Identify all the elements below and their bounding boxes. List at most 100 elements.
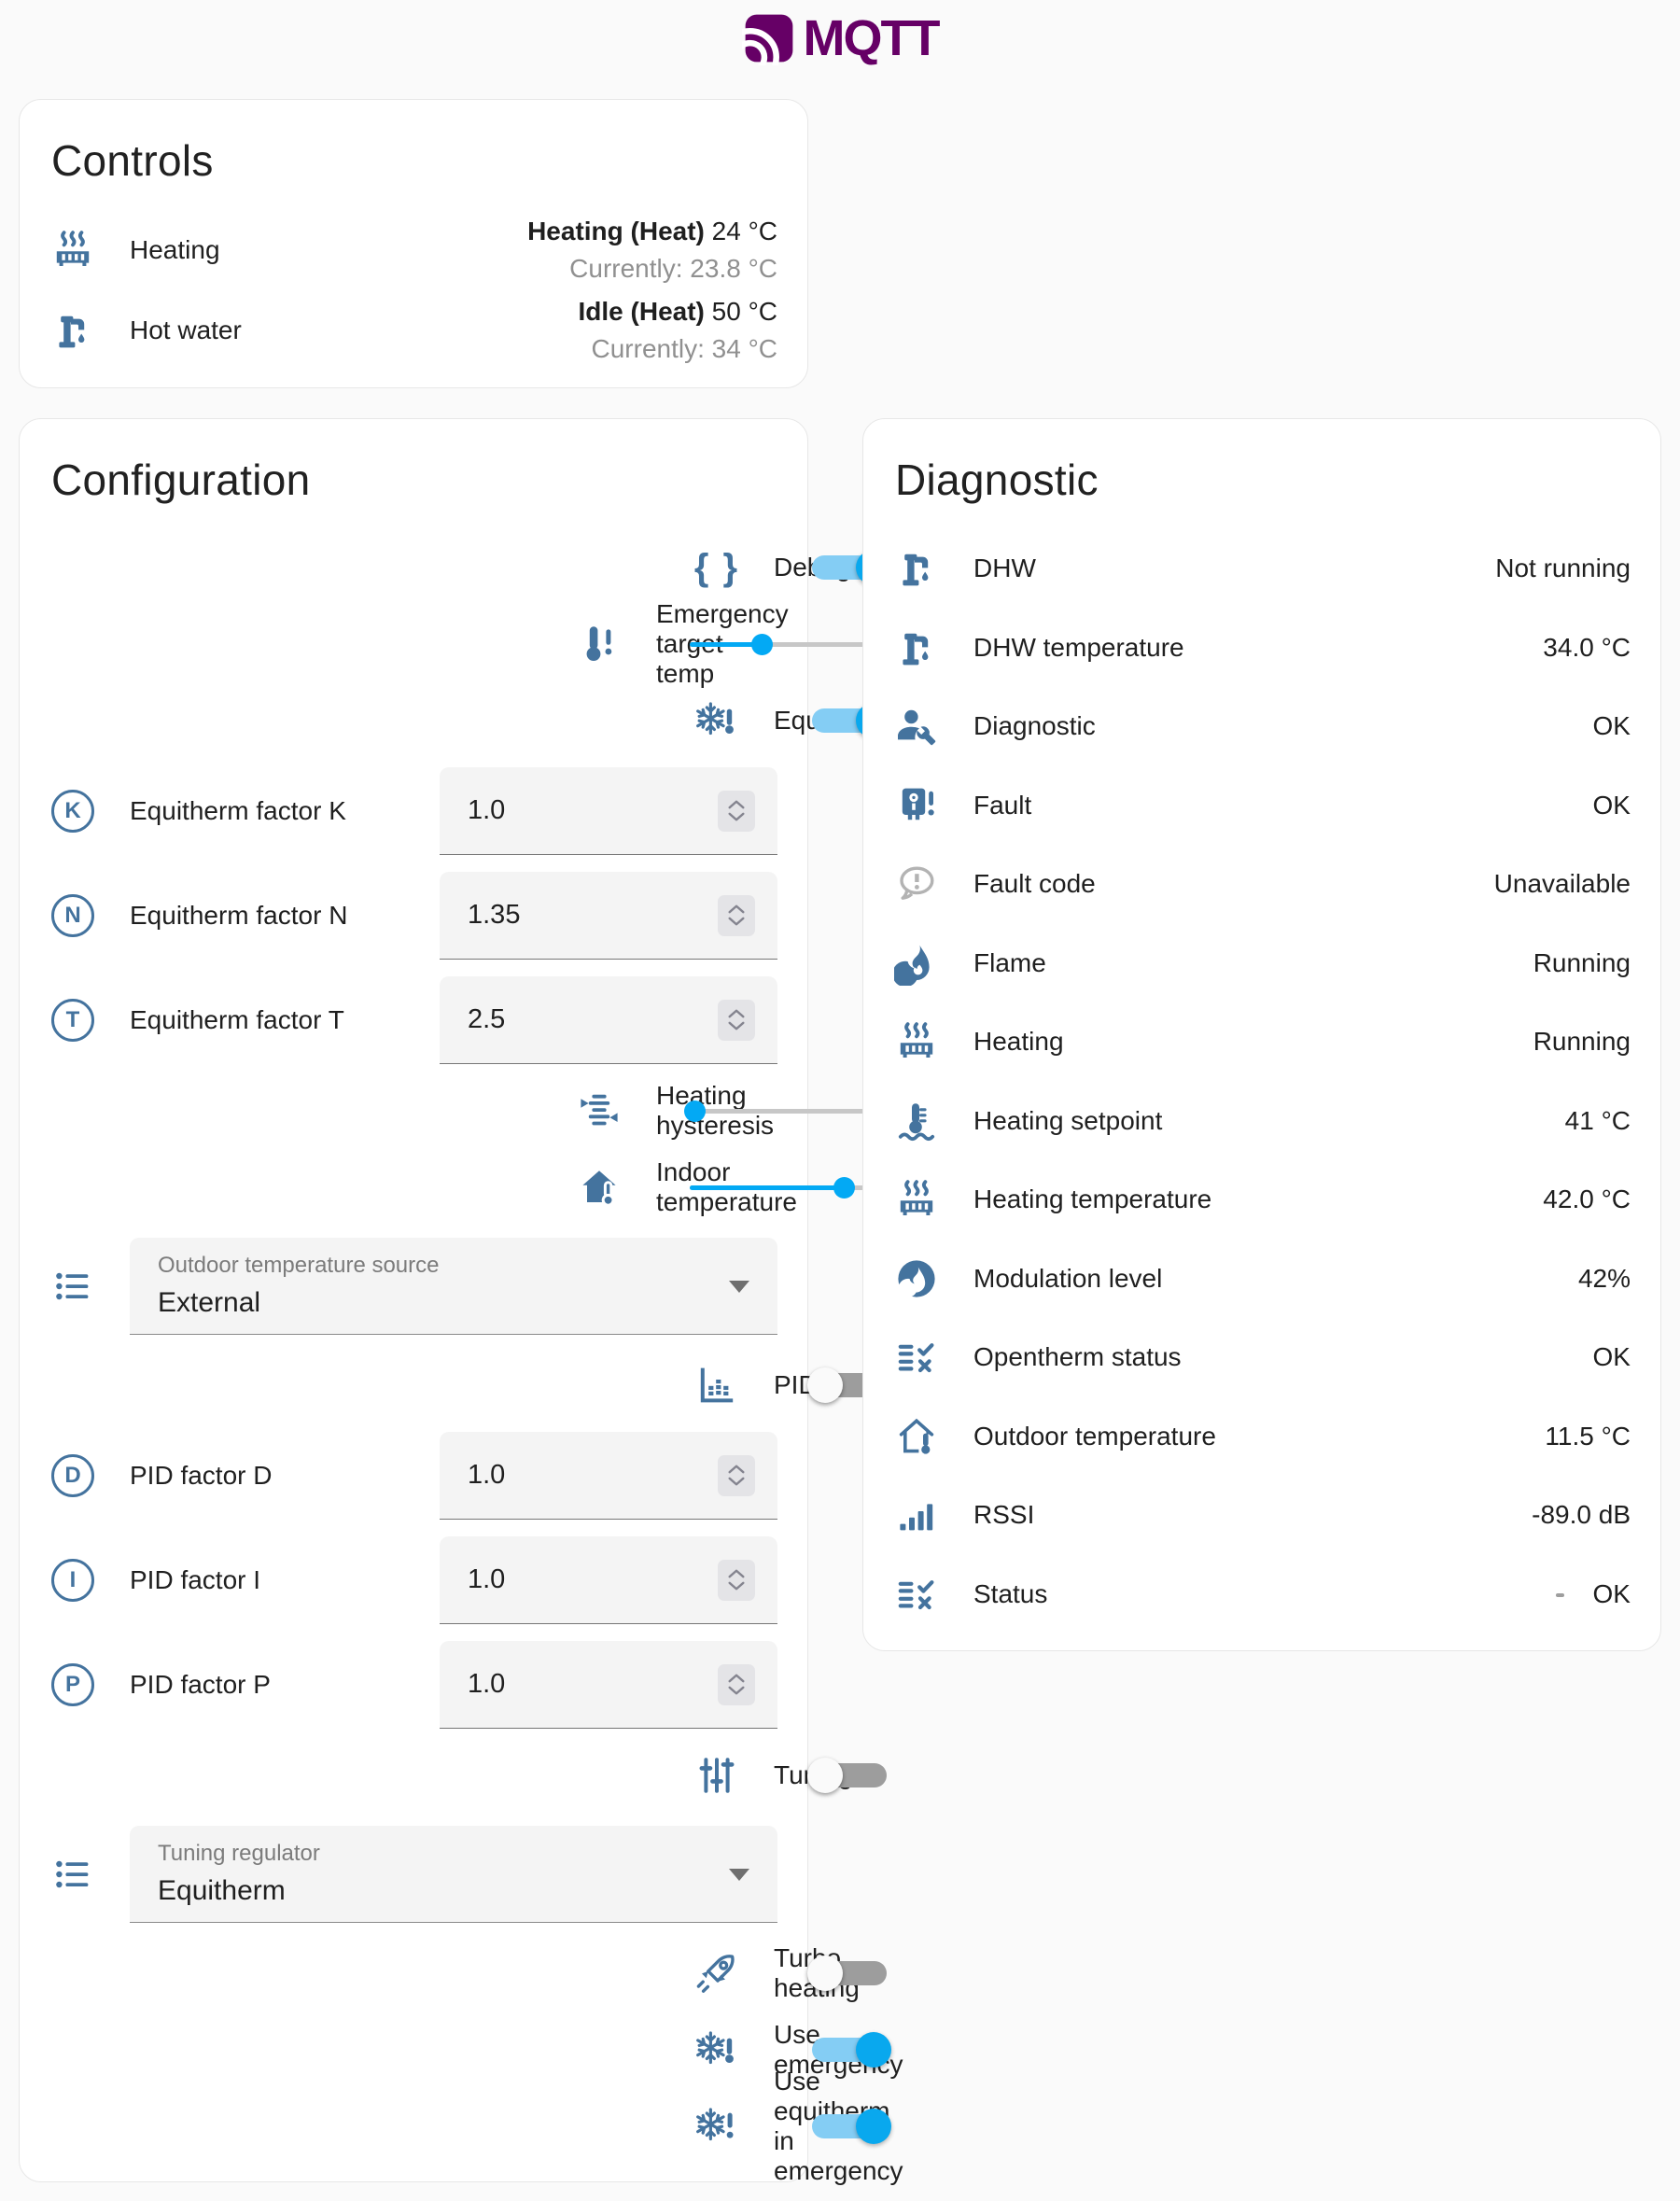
slider-fill — [690, 1185, 845, 1190]
dropdown-arrow-icon — [729, 1869, 749, 1881]
number-input[interactable]: 1.0 — [440, 767, 777, 855]
stepper-up-icon[interactable] — [726, 1463, 747, 1475]
config-row: TEquitherm factor T2.5 — [49, 968, 777, 1072]
number-input[interactable]: 1.35 — [440, 872, 777, 960]
slider[interactable] — [690, 1169, 891, 1206]
entity-label: DHW — [973, 554, 1462, 583]
slider-thumb[interactable] — [751, 634, 773, 655]
main-layout: Controls Heating Heating (Heat) 24 °CCurr… — [0, 99, 1680, 2182]
entity-label: RSSI — [973, 1500, 1498, 1530]
controls-card-title: Controls — [51, 135, 777, 186]
config-row: Equitherm — [693, 682, 777, 759]
number-stepper — [718, 791, 755, 832]
config-row: Outdoor temperature sourceExternal — [49, 1226, 777, 1347]
entity-value: OK — [1593, 1342, 1631, 1372]
signal-icon — [893, 1492, 940, 1538]
stepper-up-icon[interactable] — [726, 903, 747, 915]
list-status-icon — [893, 1571, 940, 1618]
diagnostic-rows: DHWNot runningDHW temperature34.0 °CDiag… — [893, 529, 1631, 1633]
entity-value: OK — [1593, 711, 1631, 741]
diagnostic-row[interactable]: Modulation level42% — [893, 1240, 1631, 1319]
diagnostic-row[interactable]: Opentherm statusOK — [893, 1318, 1631, 1397]
config-row: PID — [693, 1347, 777, 1423]
number-value: 2.5 — [468, 1004, 505, 1035]
number-value: 1.35 — [468, 900, 520, 931]
diagnostic-row[interactable]: DHW temperature34.0 °C — [893, 609, 1631, 688]
diagnostic-row[interactable]: Outdoor temperature11.5 °C — [893, 1397, 1631, 1477]
state-target-temp: 24 °C — [712, 217, 777, 245]
format-list-icon — [49, 1851, 96, 1898]
diagnostic-row[interactable]: DHWNot running — [893, 529, 1631, 609]
toggle-switch[interactable] — [807, 2031, 891, 2068]
number-input[interactable]: 1.0 — [440, 1536, 777, 1624]
number-input[interactable]: 2.5 — [440, 976, 777, 1064]
config-row: PPID factor P1.0 — [49, 1633, 777, 1737]
stepper-up-icon[interactable] — [726, 1672, 747, 1684]
slider[interactable] — [690, 1092, 891, 1129]
state-mode: Heating (Heat) — [527, 217, 705, 245]
controls-row[interactable]: Heating Heating (Heat) 24 °CCurrently: 23… — [49, 210, 777, 290]
stepper-down-icon[interactable] — [726, 1476, 747, 1488]
fire-icon — [893, 940, 940, 987]
alpha-i-circle-icon: I — [49, 1557, 96, 1604]
number-input[interactable]: 1.0 — [440, 1641, 777, 1729]
alpha-d-circle-icon: D — [49, 1452, 96, 1499]
diagnostic-row[interactable]: StatusOK — [893, 1555, 1631, 1634]
diagnostic-row[interactable]: Fault codeUnavailable — [893, 845, 1631, 924]
stepper-up-icon[interactable] — [726, 1007, 747, 1019]
slider[interactable] — [690, 625, 891, 663]
controls-row[interactable]: Hot waterIdle (Heat) 50 °CCurrently: 34 … — [49, 290, 777, 371]
diagnostic-row[interactable]: HeatingRunning — [893, 1002, 1631, 1082]
toggle-switch[interactable] — [807, 2108, 891, 2145]
entity-label: PID factor P — [130, 1670, 406, 1700]
snowflake-thermometer-icon — [693, 2026, 740, 2073]
diagnostic-row[interactable]: Heating temperature42.0 °C — [893, 1160, 1631, 1240]
entity-value: Running — [1533, 1027, 1631, 1057]
entity-label: PID factor I — [130, 1565, 406, 1595]
toggle-switch[interactable] — [807, 1955, 891, 1992]
diagnostic-row[interactable]: FaultOK — [893, 766, 1631, 846]
stepper-down-icon[interactable] — [726, 1580, 747, 1592]
thermometer-water-icon — [893, 1098, 940, 1144]
entity-label: Heating — [130, 235, 494, 265]
config-row: Emergency target temp21.0 °C — [576, 606, 777, 682]
account-wrench-icon — [893, 703, 940, 750]
entity-label: Equitherm factor N — [130, 901, 406, 931]
stepper-down-icon[interactable] — [726, 811, 747, 823]
water-pump-icon — [893, 624, 940, 671]
select-field[interactable]: Outdoor temperature sourceExternal — [130, 1238, 777, 1335]
number-input[interactable]: 1.0 — [440, 1432, 777, 1520]
entity-value: -89.0 dB — [1532, 1500, 1631, 1530]
radiator-icon — [893, 1176, 940, 1223]
toggle-thumb — [807, 1956, 843, 1991]
entity-value: 42.0 °C — [1543, 1185, 1631, 1214]
toggle-switch[interactable] — [807, 1757, 891, 1794]
configuration-card-title: Configuration — [51, 455, 777, 505]
diagnostic-row[interactable]: FlameRunning — [893, 924, 1631, 1003]
entity-value: OK — [1593, 1579, 1631, 1609]
stepper-up-icon[interactable] — [726, 798, 747, 810]
mqtt-device-page: MQTT Controls Heating Heating (Heat) 24 °… — [0, 0, 1680, 2201]
stepper-up-icon[interactable] — [726, 1567, 747, 1579]
slider-thumb[interactable] — [833, 1177, 855, 1199]
diagnostic-row[interactable]: DiagnosticOK — [893, 687, 1631, 766]
toggle-thumb — [807, 1758, 843, 1793]
stepper-down-icon[interactable] — [726, 1685, 747, 1697]
stepper-down-icon[interactable] — [726, 1020, 747, 1032]
stepper-down-icon[interactable] — [726, 916, 747, 928]
chart-histogram-icon — [693, 1362, 740, 1409]
entity-value: 34.0 °C — [1543, 633, 1631, 663]
number-stepper — [718, 1000, 755, 1041]
mqtt-logo: MQTT — [742, 9, 939, 67]
entity-value: 41 °C — [1565, 1106, 1631, 1136]
entity-label: Equitherm factor K — [130, 796, 406, 826]
slider-thumb[interactable] — [684, 1100, 706, 1122]
home-thermometer-outline-icon — [893, 1413, 940, 1460]
entity-state: Heating (Heat) 24 °CCurrently: 23.8 °C — [527, 216, 777, 284]
diagnostic-row[interactable]: RSSI -89.0 dB — [893, 1476, 1631, 1555]
radiator-icon — [893, 1018, 940, 1065]
select-field[interactable]: Tuning regulatorEquitherm — [130, 1826, 777, 1923]
mqtt-logo-text: MQTT — [804, 9, 939, 67]
config-row: KEquitherm factor K1.0 — [49, 759, 777, 863]
diagnostic-row[interactable]: Heating setpoint41 °C — [893, 1082, 1631, 1161]
